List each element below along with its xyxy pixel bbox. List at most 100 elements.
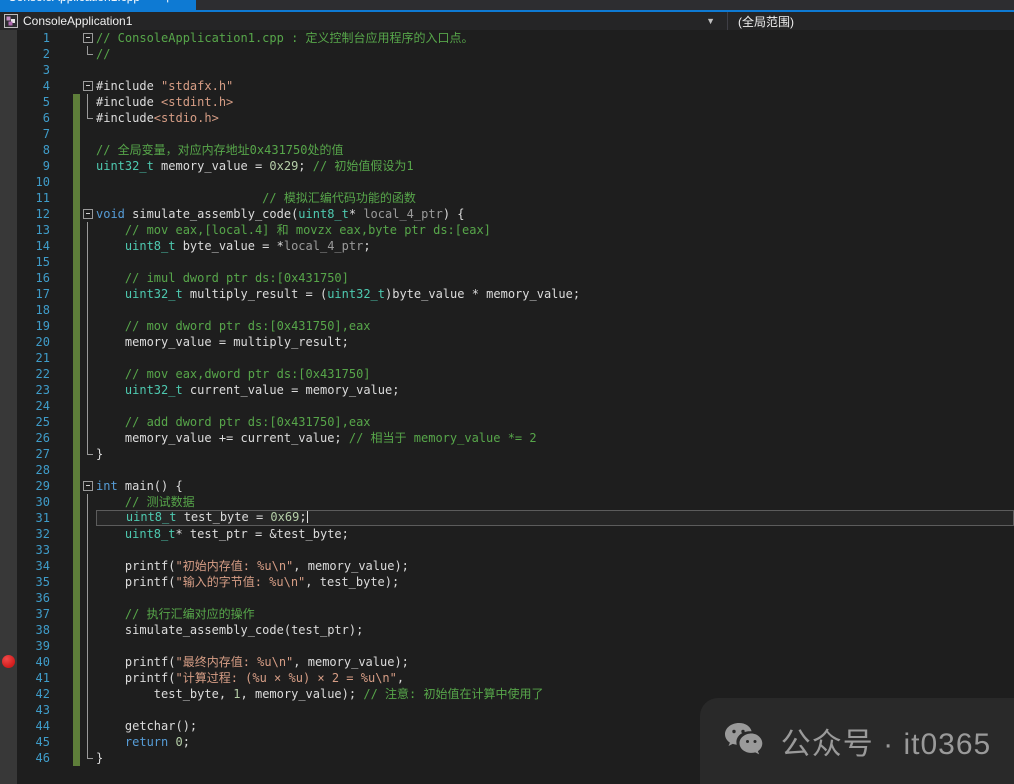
code-text[interactable]: memory_value = multiply_result; bbox=[96, 334, 1014, 350]
code-text[interactable]: // 执行汇编对应的操作 bbox=[96, 606, 1014, 622]
file-tab[interactable]: ConsoleApplication1.cpp ✕ bbox=[0, 0, 196, 10]
breakpoint-margin[interactable] bbox=[0, 750, 17, 766]
close-icon[interactable]: ✕ bbox=[178, 0, 190, 3]
breakpoint-margin[interactable] bbox=[0, 766, 17, 784]
code-text[interactable]: void simulate_assembly_code(uint8_t* loc… bbox=[96, 206, 1014, 222]
breakpoint-margin[interactable] bbox=[0, 94, 17, 110]
breakpoint-margin[interactable] bbox=[0, 222, 17, 238]
breakpoint-margin[interactable] bbox=[0, 78, 17, 94]
breakpoint-margin[interactable] bbox=[0, 238, 17, 254]
breakpoint-margin[interactable] bbox=[0, 446, 17, 462]
breakpoint-margin[interactable] bbox=[0, 430, 17, 446]
code-text[interactable] bbox=[96, 350, 1014, 366]
breakpoint-margin[interactable] bbox=[0, 286, 17, 302]
code-editor[interactable]: 1// ConsoleApplication1.cpp : 定义控制台应用程序的… bbox=[0, 30, 1014, 784]
code-text[interactable]: // 全局变量，对应内存地址0x431750处的值 bbox=[96, 142, 1014, 158]
code-text[interactable]: // mov dword ptr ds:[0x431750],eax bbox=[96, 318, 1014, 334]
breakpoint-margin[interactable] bbox=[0, 414, 17, 430]
breakpoint-margin[interactable] bbox=[0, 254, 17, 270]
code-text[interactable]: // ConsoleApplication1.cpp : 定义控制台应用程序的入… bbox=[96, 30, 1014, 46]
breakpoint-margin[interactable] bbox=[0, 590, 17, 606]
code-text[interactable]: // imul dword ptr ds:[0x431750] bbox=[96, 270, 1014, 286]
breakpoint-margin[interactable] bbox=[0, 542, 17, 558]
code-text[interactable]: #include<stdio.h> bbox=[96, 110, 1014, 126]
chevron-down-icon[interactable]: ▼ bbox=[706, 12, 715, 30]
pin-icon[interactable] bbox=[163, 0, 172, 3]
breakpoint-margin[interactable] bbox=[0, 302, 17, 318]
breakpoint-margin[interactable] bbox=[0, 638, 17, 654]
breakpoint-margin[interactable] bbox=[0, 478, 17, 494]
breakpoint-margin[interactable] bbox=[0, 398, 17, 414]
breakpoint-margin[interactable] bbox=[0, 734, 17, 750]
breakpoint-margin[interactable] bbox=[0, 62, 17, 78]
breakpoint-margin[interactable] bbox=[0, 606, 17, 622]
code-text[interactable]: uint32_t memory_value = 0x29; // 初始值假设为1 bbox=[96, 158, 1014, 174]
code-text[interactable] bbox=[96, 590, 1014, 606]
code-text[interactable]: // add dword ptr ds:[0x431750],eax bbox=[96, 414, 1014, 430]
breakpoint-margin[interactable] bbox=[0, 670, 17, 686]
breakpoint-margin[interactable] bbox=[0, 622, 17, 638]
code-text[interactable]: #include "stdafx.h" bbox=[96, 78, 1014, 94]
code-text[interactable]: memory_value += current_value; // 相当于 me… bbox=[96, 430, 1014, 446]
scope-dropdown[interactable]: (全局范围) bbox=[728, 12, 1014, 30]
code-text[interactable]: printf("初始内存值: %u\n", memory_value); bbox=[96, 558, 1014, 574]
breakpoint-margin[interactable] bbox=[0, 718, 17, 734]
code-text[interactable] bbox=[96, 126, 1014, 142]
collapse-toggle-icon[interactable] bbox=[80, 478, 96, 494]
code-text[interactable]: uint8_t* test_ptr = &test_byte; bbox=[96, 526, 1014, 542]
code-text[interactable]: simulate_assembly_code(test_ptr); bbox=[96, 622, 1014, 638]
breakpoint-margin[interactable] bbox=[0, 270, 17, 286]
code-text[interactable] bbox=[96, 398, 1014, 414]
breakpoint-margin[interactable] bbox=[0, 654, 17, 670]
code-text[interactable]: uint32_t current_value = memory_value; bbox=[96, 382, 1014, 398]
code-text[interactable]: printf("最终内存值: %u\n", memory_value); bbox=[96, 654, 1014, 670]
code-text[interactable]: // 测试数据 bbox=[96, 494, 1014, 510]
breakpoint-margin[interactable] bbox=[0, 350, 17, 366]
code-text[interactable]: // mov eax,[local.4] 和 movzx eax,byte pt… bbox=[96, 222, 1014, 238]
code-text[interactable]: // bbox=[96, 46, 1014, 62]
code-text[interactable] bbox=[96, 62, 1014, 78]
breakpoint-margin[interactable] bbox=[0, 206, 17, 222]
breakpoint-margin[interactable] bbox=[0, 46, 17, 62]
breakpoint-margin[interactable] bbox=[0, 510, 17, 526]
code-text[interactable] bbox=[96, 302, 1014, 318]
breakpoint-margin[interactable] bbox=[0, 110, 17, 126]
breakpoint-margin[interactable] bbox=[0, 142, 17, 158]
breakpoint-margin[interactable] bbox=[0, 366, 17, 382]
breakpoint-margin[interactable] bbox=[0, 574, 17, 590]
breakpoint-margin[interactable] bbox=[0, 462, 17, 478]
code-text[interactable] bbox=[96, 638, 1014, 654]
breakpoint-margin[interactable] bbox=[0, 126, 17, 142]
breakpoint-margin[interactable] bbox=[0, 190, 17, 206]
code-text[interactable]: uint32_t multiply_result = (uint32_t)byt… bbox=[96, 286, 1014, 302]
project-dropdown[interactable]: ConsoleApplication1 ▼ bbox=[0, 12, 728, 30]
breakpoint-margin[interactable] bbox=[0, 494, 17, 510]
breakpoint-margin[interactable] bbox=[0, 702, 17, 718]
code-text[interactable] bbox=[96, 254, 1014, 270]
code-text[interactable]: uint8_t byte_value = *local_4_ptr; bbox=[96, 238, 1014, 254]
code-text[interactable]: // mov eax,dword ptr ds:[0x431750] bbox=[96, 366, 1014, 382]
breakpoint-margin[interactable] bbox=[0, 174, 17, 190]
code-text[interactable]: #include <stdint.h> bbox=[96, 94, 1014, 110]
breakpoint-margin[interactable] bbox=[0, 686, 17, 702]
breakpoint-margin[interactable] bbox=[0, 558, 17, 574]
breakpoint-margin[interactable] bbox=[0, 158, 17, 174]
code-text[interactable]: int main() { bbox=[96, 478, 1014, 494]
breakpoint-icon[interactable] bbox=[2, 655, 15, 668]
code-text[interactable] bbox=[96, 174, 1014, 190]
breakpoint-margin[interactable] bbox=[0, 334, 17, 350]
code-text[interactable]: printf("输入的字节值: %u\n", test_byte); bbox=[96, 574, 1014, 590]
code-text[interactable] bbox=[96, 462, 1014, 478]
collapse-toggle-icon[interactable] bbox=[80, 78, 96, 94]
collapse-toggle-icon[interactable] bbox=[80, 206, 96, 222]
breakpoint-margin[interactable] bbox=[0, 526, 17, 542]
code-text[interactable]: // 模拟汇编代码功能的函数 bbox=[96, 190, 1014, 206]
code-text[interactable]: } bbox=[96, 446, 1014, 462]
code-text[interactable]: printf("计算过程: (%u × %u) × 2 = %u\n", bbox=[96, 670, 1014, 686]
code-text[interactable] bbox=[96, 542, 1014, 558]
breakpoint-margin[interactable] bbox=[0, 318, 17, 334]
collapse-toggle-icon[interactable] bbox=[80, 30, 96, 46]
breakpoint-margin[interactable] bbox=[0, 30, 17, 46]
code-text[interactable]: uint8_t test_byte = 0x69; bbox=[96, 510, 1014, 526]
breakpoint-margin[interactable] bbox=[0, 382, 17, 398]
